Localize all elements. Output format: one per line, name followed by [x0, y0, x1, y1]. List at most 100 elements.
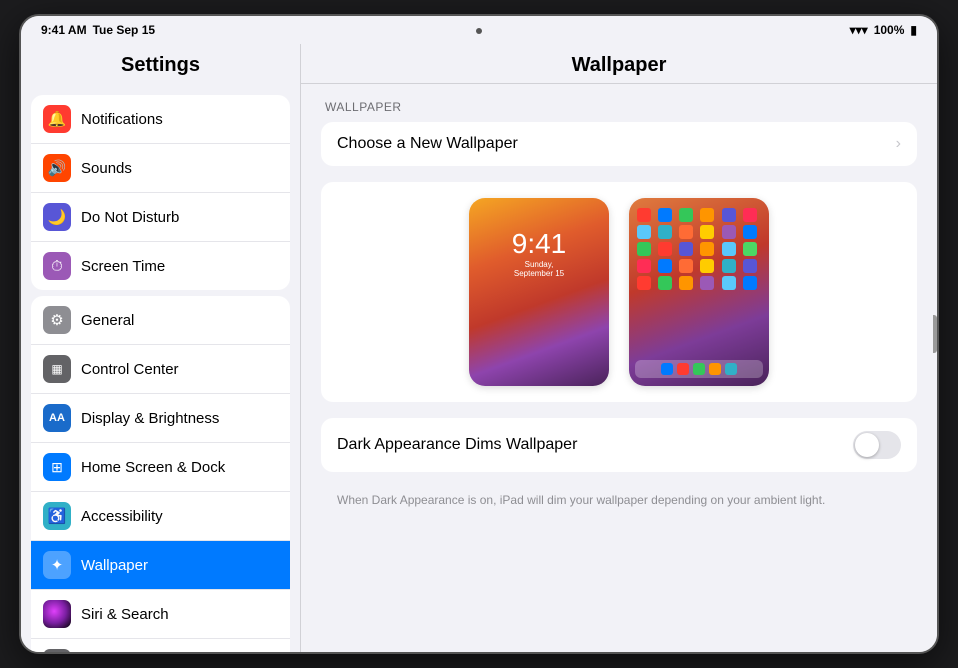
- sidebar-item-general[interactable]: ⚙ General: [31, 296, 290, 345]
- app-dot: [722, 242, 736, 256]
- home-screen-preview[interactable]: [629, 198, 769, 386]
- dock-dot: [725, 363, 737, 375]
- notifications-icon: 🔔: [43, 105, 71, 133]
- choose-wallpaper-card: Choose a New Wallpaper ›: [321, 122, 917, 166]
- status-bar-right: ▾▾▾ 100% ▮: [850, 23, 917, 37]
- app-dot: [637, 242, 651, 256]
- app-dot: [658, 208, 672, 222]
- toggle-knob: [855, 433, 879, 457]
- choose-wallpaper-row[interactable]: Choose a New Wallpaper ›: [321, 122, 917, 166]
- general-icon: ⚙: [43, 306, 71, 334]
- display-brightness-icon: AA: [43, 404, 71, 432]
- app-dot: [700, 259, 714, 273]
- do-not-disturb-label: Do Not Disturb: [81, 209, 179, 226]
- notifications-label: Notifications: [81, 111, 163, 128]
- battery-text: 100%: [874, 23, 905, 37]
- dock-dot: [709, 363, 721, 375]
- app-dot: [658, 276, 672, 290]
- time: 9:41 AM: [41, 23, 87, 37]
- sidebar: Settings 🔔 Notifications 🔊 Sounds 🌙 Do N…: [21, 44, 301, 652]
- app-grid: [635, 204, 763, 294]
- sidebar-item-notifications[interactable]: 🔔 Notifications: [31, 95, 290, 144]
- sidebar-item-home-screen-dock[interactable]: ⊞ Home Screen & Dock: [31, 443, 290, 492]
- app-dot: [658, 242, 672, 256]
- home-screen-dock-label: Home Screen & Dock: [81, 459, 225, 476]
- sidebar-item-wallpaper[interactable]: ✦ Wallpaper: [31, 541, 290, 590]
- lock-time: 9:41: [504, 228, 574, 260]
- lock-date: Sunday, September 15: [504, 260, 574, 278]
- sidebar-item-display-brightness[interactable]: AA Display & Brightness: [31, 394, 290, 443]
- app-dot: [743, 208, 757, 222]
- app-dot: [722, 208, 736, 222]
- home-button[interactable]: [933, 315, 937, 353]
- wallpaper-previews: 9:41 Sunday, September 15: [321, 182, 917, 402]
- lock-screen-preview[interactable]: 9:41 Sunday, September 15: [469, 198, 609, 386]
- lock-screen-bg: 9:41 Sunday, September 15: [469, 198, 609, 386]
- right-header: Wallpaper: [301, 44, 937, 84]
- sidebar-item-sounds[interactable]: 🔊 Sounds: [31, 144, 290, 193]
- app-dot: [700, 208, 714, 222]
- sidebar-items: 🔔 Notifications 🔊 Sounds 🌙 Do Not Distur…: [21, 85, 300, 652]
- screen-time-icon: ⏱: [43, 252, 71, 280]
- app-dot: [637, 259, 651, 273]
- battery-icon: ▮: [910, 23, 917, 37]
- sidebar-item-siri-search[interactable]: Siri & Search: [31, 590, 290, 639]
- do-not-disturb-icon: 🌙: [43, 203, 71, 231]
- control-center-label: Control Center: [81, 361, 179, 378]
- sidebar-item-control-center[interactable]: ▦ Control Center: [31, 345, 290, 394]
- sidebar-item-accessibility[interactable]: ♿ Accessibility: [31, 492, 290, 541]
- sounds-label: Sounds: [81, 160, 132, 177]
- camera: [476, 28, 482, 34]
- accessibility-label: Accessibility: [81, 508, 163, 525]
- date: Tue Sep 15: [93, 23, 155, 37]
- dock: [635, 360, 763, 378]
- sidebar-item-apple-pencil[interactable]: ✏ Apple Pencil: [31, 639, 290, 652]
- screen-time-label: Screen Time: [81, 258, 165, 275]
- dark-appearance-row: Dark Appearance Dims Wallpaper: [321, 418, 917, 472]
- right-title: Wallpaper: [572, 54, 667, 77]
- app-dot: [679, 259, 693, 273]
- siri-search-label: Siri & Search: [81, 606, 169, 623]
- sounds-icon: 🔊: [43, 154, 71, 182]
- sidebar-group-1: 🔔 Notifications 🔊 Sounds 🌙 Do Not Distur…: [31, 95, 290, 290]
- app-dot: [658, 259, 672, 273]
- app-dot: [743, 242, 757, 256]
- sidebar-item-do-not-disturb[interactable]: 🌙 Do Not Disturb: [31, 193, 290, 242]
- siri-icon: [43, 600, 71, 628]
- apple-pencil-icon: ✏: [43, 649, 71, 652]
- right-panel: Wallpaper WALLPAPER Choose a New Wallpap…: [301, 44, 937, 652]
- app-dot: [700, 242, 714, 256]
- app-dot: [722, 259, 736, 273]
- home-screen-bg: [629, 198, 769, 386]
- choose-wallpaper-label: Choose a New Wallpaper: [337, 135, 896, 153]
- app-dot: [722, 225, 736, 239]
- app-dot: [658, 225, 672, 239]
- sidebar-item-screen-time[interactable]: ⏱ Screen Time: [31, 242, 290, 290]
- display-brightness-label: Display & Brightness: [81, 410, 219, 427]
- wallpaper-label: Wallpaper: [81, 557, 148, 574]
- wallpaper-icon: ✦: [43, 551, 71, 579]
- dark-appearance-card: Dark Appearance Dims Wallpaper: [321, 418, 917, 472]
- app-dot: [700, 276, 714, 290]
- app-dot: [637, 276, 651, 290]
- dark-appearance-label: Dark Appearance Dims Wallpaper: [337, 436, 853, 454]
- section-label: WALLPAPER: [325, 100, 917, 114]
- dark-appearance-toggle[interactable]: [853, 431, 901, 459]
- accessibility-icon: ♿: [43, 502, 71, 530]
- app-dot: [700, 225, 714, 239]
- dock-dot: [693, 363, 705, 375]
- dock-dot: [677, 363, 689, 375]
- right-body: WALLPAPER Choose a New Wallpaper › 9:41: [301, 84, 937, 652]
- control-center-icon: ▦: [43, 355, 71, 383]
- dock-dot: [661, 363, 673, 375]
- app-dot: [679, 242, 693, 256]
- app-dot: [743, 259, 757, 273]
- lock-screen-time-display: 9:41 Sunday, September 15: [504, 228, 574, 278]
- app-dot: [637, 208, 651, 222]
- sidebar-title: Settings: [21, 44, 300, 85]
- app-dot: [743, 225, 757, 239]
- wifi-icon: ▾▾▾: [850, 23, 868, 37]
- main-content: Settings 🔔 Notifications 🔊 Sounds 🌙 Do N…: [21, 44, 937, 652]
- choose-wallpaper-chevron: ›: [896, 135, 901, 153]
- sidebar-group-2: ⚙ General ▦ Control Center AA Display & …: [31, 296, 290, 652]
